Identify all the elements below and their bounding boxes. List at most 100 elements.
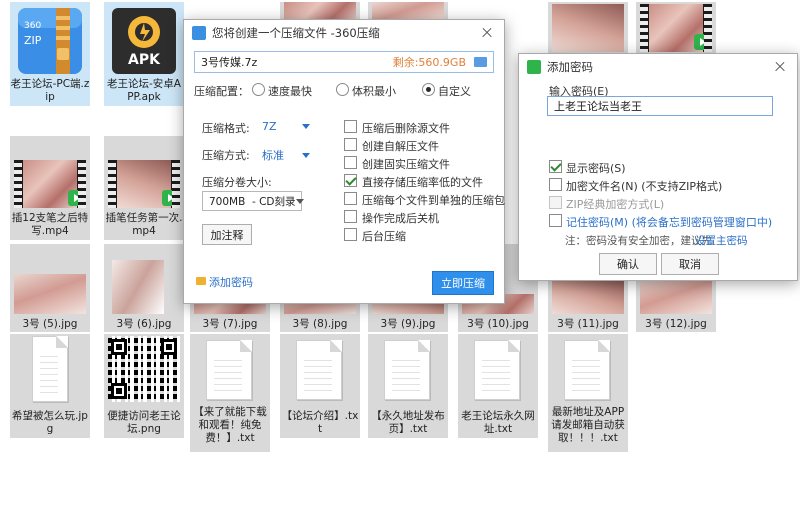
option-shutdown-checkbox[interactable] [344,210,357,223]
file-label: 老王论坛-安卓APP.apk [107,78,181,103]
security-note: 注：密码没有安全加密，建议先 [565,235,712,247]
svg-text:360: 360 [24,21,41,31]
file-video[interactable]: 插12支笔之后特写.mp4 [10,136,90,240]
file-thumb-hidden[interactable] [548,2,628,54]
split-label: 压缩分卷大小: [202,176,272,189]
file-text[interactable]: 【永久地址发布页】.txt [368,334,448,438]
archive-name-input[interactable] [201,55,393,69]
apk-icon-text: APK [128,52,160,68]
file-text[interactable]: 老王论坛永久网址.txt [458,334,538,438]
apk-file-icon: APK [110,6,178,76]
file-image[interactable]: 便捷访问老王论坛.png [104,334,184,438]
archive-name-field[interactable]: 剩余:560.9GB [194,51,494,73]
file-label: 老王论坛-PC端.zip [10,78,90,103]
file-label: 3号 (5).jpg [22,318,78,330]
file-text[interactable]: 【论坛介绍】.txt [280,334,360,438]
video-thumbnail [108,160,180,208]
file-label: 3号 (7).jpg [202,318,258,330]
compress-dialog: 您将创建一个压缩文件 -360压缩 剩余:560.9GB 压缩配置： 速度最快 … [183,19,505,304]
file-label: 3号 (12).jpg [645,318,707,330]
file-apk[interactable]: APK 老王论坛-安卓APP.apk [104,2,184,106]
format-select[interactable]: 7Z [262,120,310,133]
file-image[interactable]: 3号 (5).jpg [10,244,90,332]
text-file-icon [206,340,252,400]
option-label: 直接存储压缩率低的文件 [362,176,483,189]
option-delete-source-checkbox[interactable] [344,120,357,133]
remember-password-checkbox[interactable] [549,214,562,227]
method-label: 压缩方式: [202,149,250,162]
add-comment-button[interactable]: 加注释 [202,224,252,245]
chevron-down-icon [302,152,310,158]
method-value: 标准 [262,149,284,162]
remember-password-label: 记住密码(M) (将会备忘到密码管理窗口中) [566,216,773,229]
close-icon[interactable] [771,58,789,76]
encrypt-filenames-checkbox[interactable] [549,178,562,191]
zip-classic-checkbox[interactable] [549,196,562,209]
option-label: 后台压缩 [362,230,406,243]
radio-custom[interactable] [422,83,435,96]
cancel-button[interactable]: 取消 [661,253,719,275]
file-label: 便捷访问老王论坛.png [107,410,181,435]
file-label: 【来了就能下载和观看！纯免费！】.txt [193,406,267,444]
close-icon[interactable] [478,24,496,42]
text-file-icon [564,340,610,400]
password-field[interactable] [547,96,773,116]
file-label: 3号 (11).jpg [557,318,619,330]
option-sfx-checkbox[interactable] [344,138,357,151]
archive-app-icon [192,26,206,40]
image-thumbnail [32,336,68,402]
option-store-low-ratio-checkbox[interactable] [344,174,357,187]
show-password-checkbox[interactable] [549,160,562,173]
chevron-down-icon [302,124,310,129]
confirm-button[interactable]: 确认 [599,253,657,275]
set-master-password-link[interactable]: 设置主密码 [695,233,748,248]
option-solid-checkbox[interactable] [344,156,357,169]
file-label: 【永久地址发布页】.txt [371,410,445,435]
zip-file-icon: 360 ZIP [16,6,84,76]
split-size-select[interactable]: 700MB - CD刻录 [202,191,304,211]
radio-size[interactable] [336,83,349,96]
file-label: 最新地址及APP请发邮箱自动获取！！！.txt [551,406,625,444]
password-dialog-title: 添加密码 [547,60,593,74]
file-label: 3号 (6).jpg [116,318,172,330]
option-label: 压缩后删除源文件 [362,122,450,135]
play-icon [162,190,178,206]
file-image[interactable]: 希望被怎么玩.jpg [10,334,90,438]
image-thumbnail [640,280,712,314]
radio-custom-label[interactable]: 自定义 [438,83,471,99]
option-label: 创建自解压文件 [362,140,439,153]
text-file-icon [384,340,430,400]
file-thumb-hidden[interactable] [636,2,716,54]
text-file-icon [296,340,342,400]
option-label: 创建固实压缩文件 [362,158,450,171]
free-space-label: 剩余:560.9GB [392,56,466,69]
file-video[interactable]: 插笔任务第一次.mp4 [104,136,184,240]
compress-now-button[interactable]: 立即压缩 [432,271,494,295]
radio-speed-label[interactable]: 速度最快 [268,83,312,99]
password-dialog: 添加密码 输入密码(E) 显示密码(S) 加密文件名(N) (不支持ZIP格式)… [518,53,798,281]
method-select[interactable]: 标准 [262,147,310,163]
format-value: 7Z [262,120,277,133]
password-input[interactable] [554,99,766,113]
split-size-value: 700MB - CD刻录 [209,195,296,208]
image-thumbnail [112,260,164,314]
radio-size-label[interactable]: 体积最小 [352,83,396,99]
option-label: 压缩每个文件到单独的压缩包 [362,194,505,207]
file-text[interactable]: 【来了就能下载和观看！纯免费！】.txt [190,334,270,452]
image-thumbnail [552,280,624,314]
option-separate-archives-checkbox[interactable] [344,192,357,205]
option-background-checkbox[interactable] [344,228,357,241]
svg-text:ZIP: ZIP [24,34,42,47]
file-zip[interactable]: 360 ZIP 老王论坛-PC端.zip [10,2,90,106]
qr-code-image [108,336,180,402]
radio-speed[interactable] [252,83,265,96]
compress-dialog-titlebar: 您将创建一个压缩文件 -360压缩 [184,20,504,46]
file-image[interactable]: 3号 (6).jpg [104,244,184,332]
image-thumbnail [14,274,86,314]
compress-dialog-title: 您将创建一个压缩文件 -360压缩 [212,26,380,40]
file-label: 老王论坛永久网址.txt [461,410,535,435]
folder-icon[interactable] [474,57,487,67]
add-password-link[interactable]: 添加密码 [209,274,253,290]
zip-classic-label: ZIP经典加密方式(L) [566,198,665,211]
file-text[interactable]: 最新地址及APP请发邮箱自动获取！！！.txt [548,334,628,452]
